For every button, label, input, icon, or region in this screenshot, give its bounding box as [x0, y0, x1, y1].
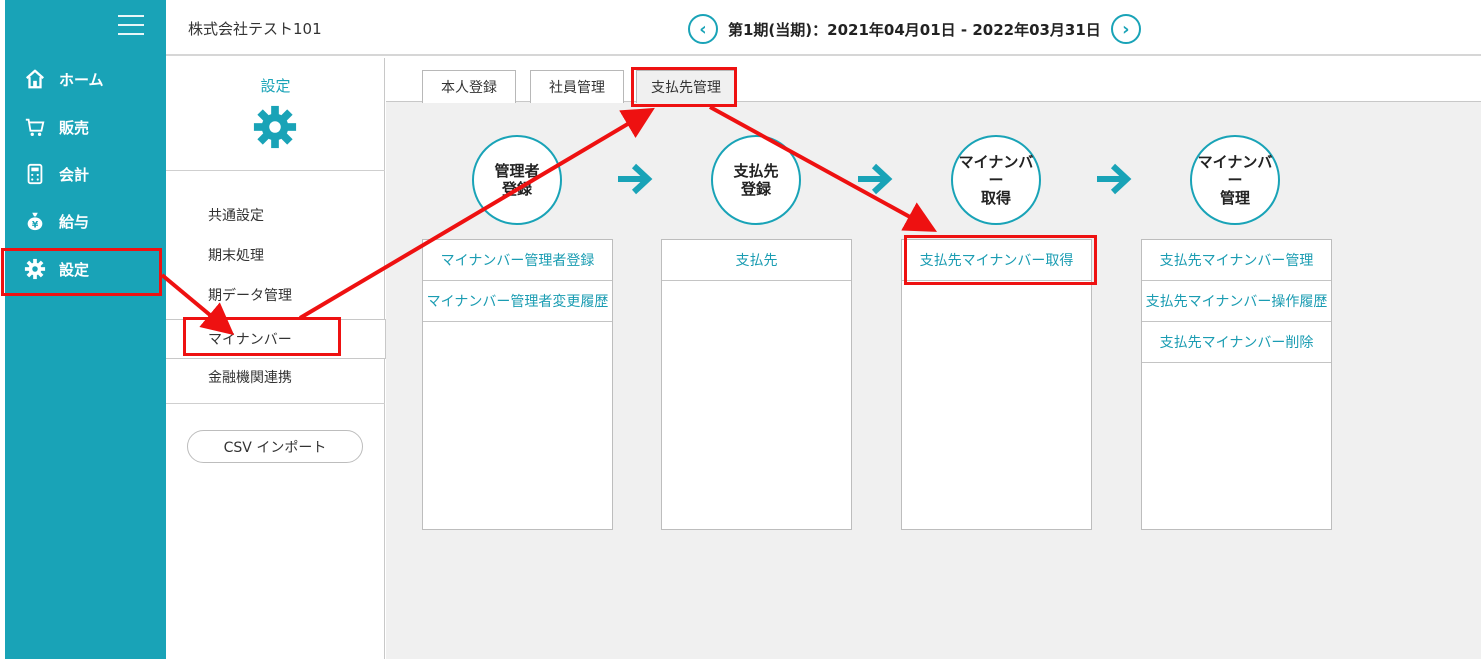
arrow-right-icon	[618, 163, 653, 195]
annotation-box-settings	[1, 248, 162, 296]
step-payee-registration: 支払先 登録	[711, 135, 801, 225]
annotation-box-payee-tab	[631, 67, 737, 107]
nav-item-home[interactable]: ホーム	[5, 56, 166, 102]
menu-item-period-data[interactable]: 期データ管理	[166, 275, 385, 315]
link-payee-my-number-delete[interactable]: 支払先マイナンバー削除	[1142, 322, 1331, 363]
tab-self-registration[interactable]: 本人登録	[422, 70, 516, 103]
period-selector: ‹ 第1期(当期)：2021年04月01日 - 2022年03月31日 ›	[688, 14, 1141, 44]
step-my-number-management: マイナンバー 管理	[1190, 135, 1280, 225]
nav-item-payroll[interactable]: ¥ 給与	[5, 198, 166, 244]
tab-bar: 本人登録 社員管理 支払先管理	[386, 58, 1481, 103]
arrow-right-icon	[858, 163, 893, 195]
menu-item-label: 共通設定	[208, 208, 264, 224]
link-payee-my-number-management[interactable]: 支払先マイナンバー管理	[1142, 240, 1331, 281]
main-content: 本人登録 社員管理 支払先管理 管理者 登録 支払先 登録 マイナンバー 取得 …	[386, 58, 1481, 659]
hamburger-menu-icon[interactable]	[118, 15, 144, 35]
annotation-box-my-number	[183, 317, 341, 356]
step-admin-registration: 管理者 登録	[472, 135, 562, 225]
svg-text:¥: ¥	[32, 219, 39, 230]
period-label: 第1期(当期)：2021年04月01日 - 2022年03月31日	[728, 20, 1101, 39]
next-period-button[interactable]: ›	[1110, 14, 1141, 44]
nav-item-label: 販売	[59, 118, 90, 137]
calculator-icon	[23, 162, 47, 186]
panel-payee: 支払先	[661, 239, 852, 530]
link-payee[interactable]: 支払先	[662, 240, 851, 281]
menu-item-bank-link[interactable]: 金融機関連携	[166, 357, 385, 397]
panel-management: 支払先マイナンバー管理 支払先マイナンバー操作履歴 支払先マイナンバー削除	[1141, 239, 1332, 530]
top-header: 株式会社テスト101 ‹ 第1期(当期)：2021年04月01日 - 2022年…	[166, 0, 1481, 56]
company-name: 株式会社テスト101	[188, 20, 322, 38]
csv-import-button[interactable]: CSV インポート	[187, 430, 363, 463]
step-my-number-acquisition: マイナンバー 取得	[951, 135, 1041, 225]
settings-submenu: 設定 共通設定 期末処理 期データ管理 マイナンバー 金融機関連携 CSV イン…	[166, 58, 386, 659]
home-icon	[23, 67, 47, 91]
nav-item-sales[interactable]: 販売	[5, 104, 166, 150]
divider	[166, 403, 385, 404]
link-payee-my-number-history[interactable]: 支払先マイナンバー操作履歴	[1142, 281, 1331, 322]
chevron-right-icon: ›	[1122, 18, 1130, 40]
money-bag-icon: ¥	[23, 209, 47, 233]
nav-item-label: 会計	[59, 165, 90, 184]
settings-gear-icon	[252, 104, 298, 150]
divider	[166, 170, 385, 171]
left-nav: ホーム 販売 会計 ¥ 給与 設定	[5, 0, 166, 659]
menu-item-label: 金融機関連携	[208, 370, 292, 386]
link-admin-registration[interactable]: マイナンバー管理者登録	[423, 240, 612, 281]
menu-item-common-settings[interactable]: 共通設定	[166, 195, 385, 235]
cart-icon	[23, 115, 47, 139]
nav-item-label: 給与	[59, 212, 90, 231]
nav-item-label: ホーム	[59, 70, 104, 89]
menu-item-year-end[interactable]: 期末処理	[166, 235, 385, 275]
panel-admin: マイナンバー管理者登録 マイナンバー管理者変更履歴	[422, 239, 613, 530]
link-admin-change-history[interactable]: マイナンバー管理者変更履歴	[423, 281, 612, 322]
annotation-box-acquisition-link	[904, 235, 1097, 285]
menu-item-label: 期データ管理	[208, 288, 292, 304]
arrow-right-icon	[1097, 163, 1132, 195]
menu-item-label: 期末処理	[208, 248, 264, 264]
nav-item-accounting[interactable]: 会計	[5, 151, 166, 197]
previous-period-button[interactable]: ‹	[688, 14, 718, 44]
chevron-left-icon: ‹	[699, 18, 707, 40]
tab-employee-management[interactable]: 社員管理	[530, 70, 624, 103]
settings-title: 設定	[260, 77, 291, 95]
